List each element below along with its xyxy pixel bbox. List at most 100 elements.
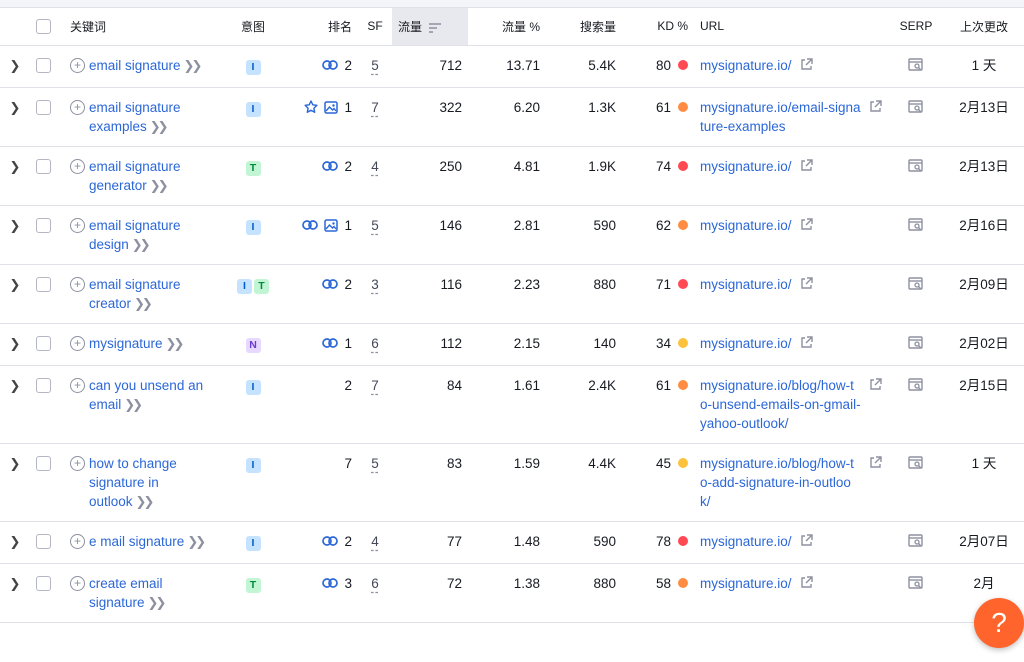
header-kd[interactable]: KD % [622,8,694,46]
header-traffic-pct[interactable]: 流量 % [468,8,546,46]
keyword-text[interactable]: email signature generator [89,159,181,193]
external-link-icon[interactable] [800,575,813,594]
url-link[interactable]: mysignature.io/ [700,532,792,552]
keyword-text[interactable]: can you unsend an email [89,378,203,412]
help-button[interactable]: ? [974,598,1024,648]
row-checkbox[interactable] [36,456,51,472]
keyword-link[interactable]: email signature design ❯❯ [89,216,218,254]
expand-row-chevron-icon[interactable]: ❯ [9,532,21,551]
add-keyword-plus-icon[interactable]: + [70,99,85,115]
add-keyword-plus-icon[interactable]: + [70,158,85,174]
expand-row-chevron-icon[interactable]: ❯ [9,157,21,176]
expand-row-chevron-icon[interactable]: ❯ [9,454,21,473]
url-link[interactable]: mysignature.io/blog/how-to-add-signature… [700,454,861,511]
keyword-text[interactable]: e mail signature [89,534,184,549]
header-keyword[interactable]: 关键词 [64,8,224,46]
double-chevron-icon[interactable]: ❯❯ [150,178,169,193]
add-keyword-plus-icon[interactable]: + [70,335,85,351]
url-link[interactable]: mysignature.io/email-signature-examples [700,98,861,136]
header-select[interactable] [30,8,64,46]
serp-snapshot-icon[interactable] [908,217,924,237]
row-checkbox[interactable] [36,576,51,592]
serp-snapshot-icon[interactable] [908,158,924,178]
double-chevron-icon[interactable]: ❯❯ [166,336,185,351]
keyword-link[interactable]: can you unsend an email ❯❯ [89,376,218,414]
external-link-icon[interactable] [869,377,882,433]
keyword-link[interactable]: email signature generator ❯❯ [89,157,218,195]
url-link[interactable]: mysignature.io/blog/how-to-unsend-emails… [700,376,861,433]
row-checkbox[interactable] [36,534,51,550]
keyword-text[interactable]: email signature examples [89,100,181,134]
select-all-checkbox[interactable] [36,18,51,34]
sf-count[interactable]: 7 [371,100,379,115]
sf-count[interactable]: 5 [371,218,379,233]
add-keyword-plus-icon[interactable]: + [70,377,85,393]
header-position[interactable]: 排名 [282,8,358,46]
expand-row-chevron-icon[interactable]: ❯ [9,334,21,353]
sf-count[interactable]: 5 [371,456,379,471]
external-link-icon[interactable] [869,455,882,511]
serp-snapshot-icon[interactable] [908,276,924,296]
header-url[interactable]: URL [694,8,888,46]
serp-snapshot-icon[interactable] [908,335,924,355]
link-icon[interactable] [322,278,339,290]
double-chevron-icon[interactable]: ❯❯ [132,237,151,252]
expand-row-chevron-icon[interactable]: ❯ [9,574,21,593]
header-sf[interactable]: SF [358,8,392,46]
double-chevron-icon[interactable]: ❯❯ [148,595,167,610]
row-checkbox[interactable] [36,277,51,293]
sf-count[interactable]: 7 [371,378,379,393]
double-chevron-icon[interactable]: ❯❯ [134,296,153,311]
external-link-icon[interactable] [869,99,882,136]
image-icon[interactable] [324,100,339,114]
serp-snapshot-icon[interactable] [908,99,924,119]
link-icon[interactable] [302,219,319,231]
expand-row-chevron-icon[interactable]: ❯ [9,98,21,117]
url-link[interactable]: mysignature.io/ [700,334,792,354]
keyword-link[interactable]: mysignature ❯❯ [89,334,185,353]
link-icon[interactable] [322,337,339,349]
url-link[interactable]: mysignature.io/ [700,216,792,236]
add-keyword-plus-icon[interactable]: + [70,57,85,73]
external-link-icon[interactable] [800,57,813,76]
row-checkbox[interactable] [36,378,51,394]
external-link-icon[interactable] [800,335,813,354]
external-link-icon[interactable] [800,533,813,552]
expand-row-chevron-icon[interactable]: ❯ [9,56,21,75]
serp-snapshot-icon[interactable] [908,57,924,77]
add-keyword-plus-icon[interactable]: + [70,276,85,292]
expand-row-chevron-icon[interactable]: ❯ [9,376,21,395]
row-checkbox[interactable] [36,218,51,234]
link-icon[interactable] [322,577,339,589]
link-icon[interactable] [322,535,339,547]
double-chevron-icon[interactable]: ❯❯ [136,494,155,509]
sf-count[interactable]: 4 [371,159,379,174]
row-checkbox[interactable] [36,58,51,74]
sf-count[interactable]: 3 [371,277,379,292]
add-keyword-plus-icon[interactable]: + [70,575,85,591]
link-icon[interactable] [322,160,339,172]
keyword-text[interactable]: mysignature [89,336,163,351]
external-link-icon[interactable] [800,158,813,177]
row-checkbox[interactable] [36,100,51,116]
sf-count[interactable]: 6 [371,336,379,351]
url-link[interactable]: mysignature.io/ [700,574,792,594]
double-chevron-icon[interactable]: ❯❯ [184,58,203,73]
keyword-link[interactable]: e mail signature ❯❯ [89,532,206,551]
keyword-text[interactable]: how to change signature in outlook [89,456,177,509]
keyword-link[interactable]: email signature creator ❯❯ [89,275,218,313]
sf-count[interactable]: 4 [371,534,379,549]
header-traffic[interactable]: 流量 [392,8,468,46]
keyword-link[interactable]: create email signature ❯❯ [89,574,218,612]
keyword-link[interactable]: how to change signature in outlook ❯❯ [89,454,218,511]
double-chevron-icon[interactable]: ❯❯ [124,397,143,412]
add-keyword-plus-icon[interactable]: + [70,533,85,549]
serp-snapshot-icon[interactable] [908,533,924,553]
expand-row-chevron-icon[interactable]: ❯ [9,216,21,235]
link-icon[interactable] [322,59,339,71]
header-updated[interactable]: 上次更改 [944,8,1024,46]
add-keyword-plus-icon[interactable]: + [70,455,85,471]
row-checkbox[interactable] [36,336,51,352]
serp-snapshot-icon[interactable] [908,455,924,475]
header-volume[interactable]: 搜索量 [546,8,622,46]
